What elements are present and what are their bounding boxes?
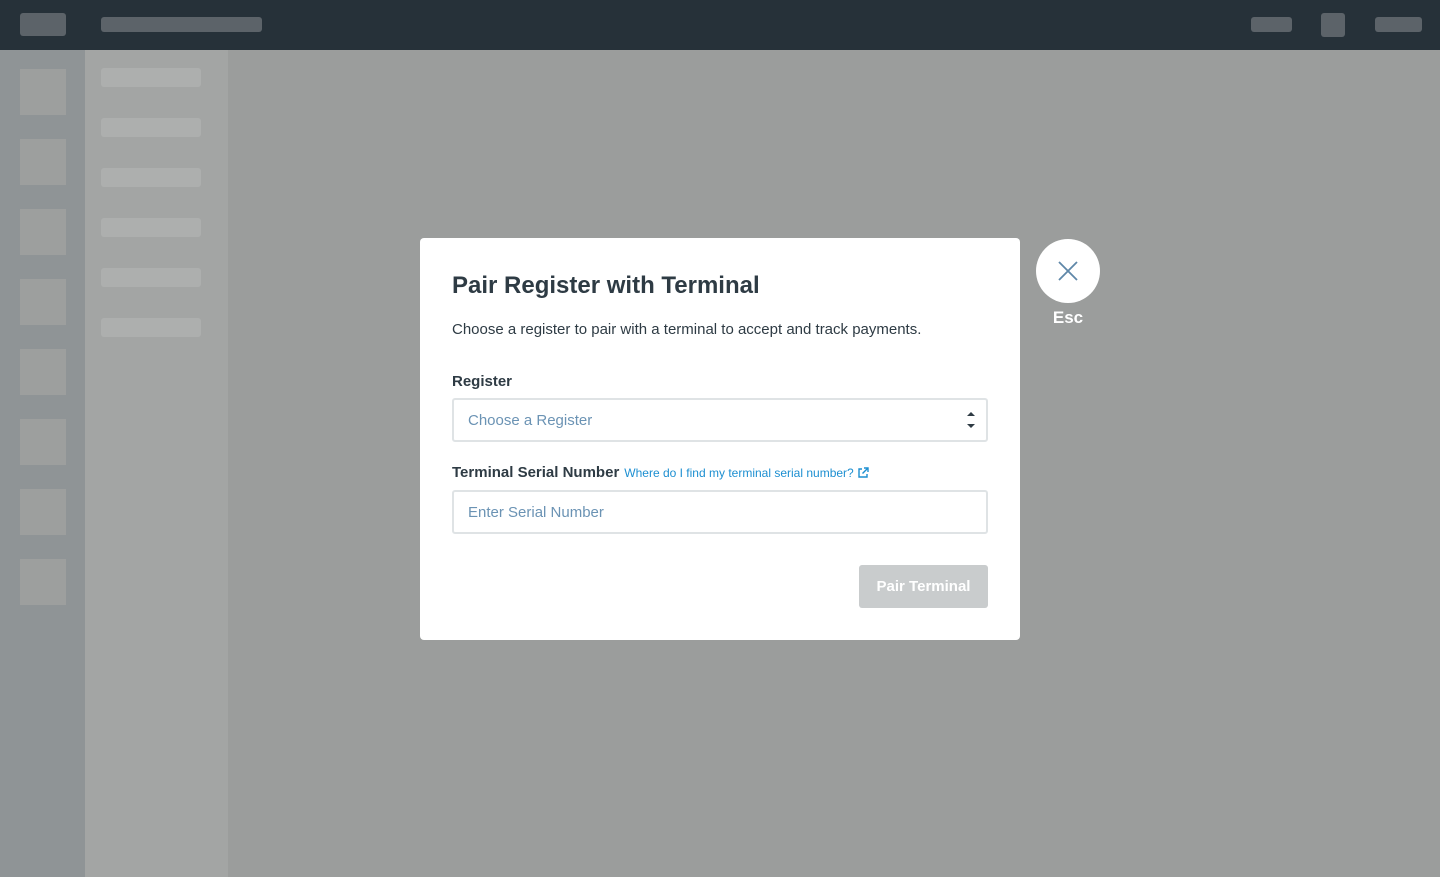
serial-label: Terminal Serial Number [452,464,620,481]
sidebar-item-skeleton [101,268,201,287]
title-skeleton [101,17,262,32]
close-button[interactable] [1036,239,1100,303]
rail-item-skeleton [20,209,66,255]
register-select-value: Choose a Register [468,411,593,429]
register-label: Register [452,373,513,390]
sidebar-item-skeleton [101,318,201,337]
rail-item-skeleton [20,419,66,465]
top-bar-skeleton [0,0,1440,50]
logo-skeleton [20,13,66,36]
serial-label-row: Terminal Serial Number Where do I find m… [452,463,988,483]
register-field-group: Register Choose a Register [452,372,988,442]
serial-help-link[interactable]: Where do I find my terminal serial numbe… [624,464,869,482]
pair-terminal-modal: Pair Register with Terminal Choose a reg… [420,238,1020,640]
rail-item-skeleton [20,279,66,325]
rail-item-skeleton [20,139,66,185]
select-arrows-icon [967,412,975,428]
modal-description: Choose a register to pair with a termina… [452,321,922,338]
pair-terminal-button[interactable]: Pair Terminal [859,565,988,608]
rail-item-skeleton [20,349,66,395]
sidebar-item-skeleton [101,68,201,87]
sidebar-item-skeleton [101,168,201,187]
register-select[interactable]: Choose a Register [452,398,988,442]
left-rail-skeleton [0,50,85,877]
rail-item-skeleton [20,559,66,605]
serial-field-group: Terminal Serial Number Where do I find m… [452,463,988,534]
close-icon [1058,261,1078,281]
modal-title: Pair Register with Terminal [452,272,760,299]
rail-item-skeleton [20,489,66,535]
rail-item-skeleton [20,69,66,115]
topbar-item-skeleton [1321,13,1345,37]
esc-label: Esc [1052,308,1084,327]
close-control: Esc [1036,239,1100,329]
sidebar-skeleton [85,50,228,877]
external-link-icon [858,467,869,478]
serial-help-link-text: Where do I find my terminal serial numbe… [624,466,854,480]
sidebar-item-skeleton [101,118,201,137]
modal-actions: Pair Terminal [859,565,988,608]
sidebar-item-skeleton [101,218,201,237]
topbar-item-skeleton [1375,17,1422,32]
app-root: Pair Register with Terminal Choose a reg… [0,0,1440,877]
topbar-item-skeleton [1251,17,1292,32]
serial-number-input[interactable] [452,490,988,534]
